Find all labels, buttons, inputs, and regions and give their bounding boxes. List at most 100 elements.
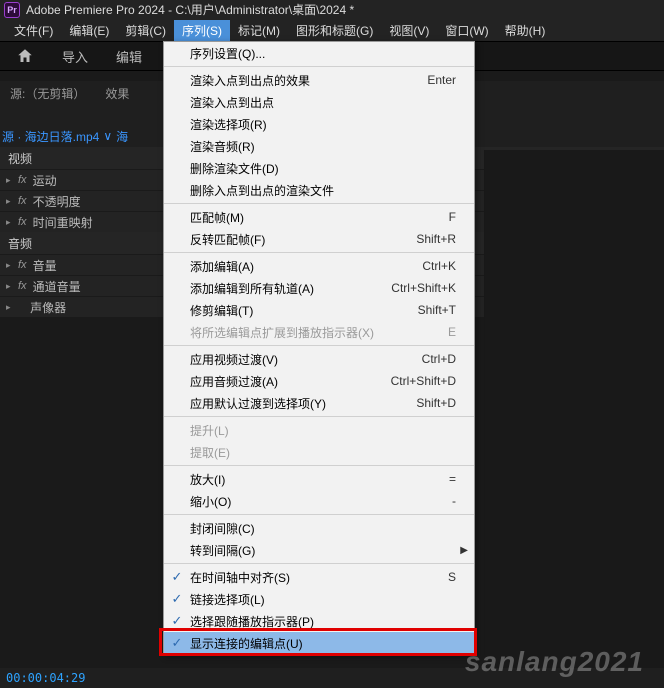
menu-item[interactable]: 渲染音频(R) bbox=[164, 135, 474, 157]
menu-item[interactable]: 修剪编辑(T)Shift+T bbox=[164, 299, 474, 321]
menu-item-shortcut: Shift+T bbox=[418, 303, 456, 317]
menu-item[interactable]: 删除入点到出点的渲染文件 bbox=[164, 179, 474, 201]
menu-item-shortcut: F bbox=[449, 210, 456, 224]
window-title: Adobe Premiere Pro 2024 - C:\用户\Administ… bbox=[26, 1, 354, 18]
expand-icon[interactable]: ▸ bbox=[6, 217, 18, 228]
menu-item[interactable]: 封闭间隙(C) bbox=[164, 517, 474, 539]
menu-item-label: 在时间轴中对齐(S) bbox=[190, 569, 448, 586]
menu-item[interactable]: 应用视频过渡(V)Ctrl+D bbox=[164, 348, 474, 370]
property-label: 时间重映射 bbox=[33, 214, 93, 231]
submenu-arrow-icon: ▶ bbox=[460, 545, 468, 556]
menu-item-label: 将所选编辑点扩展到播放指示器(X) bbox=[190, 324, 448, 341]
menu-item[interactable]: 序列(S) bbox=[174, 20, 230, 41]
menu-item[interactable]: 文件(F) bbox=[6, 20, 61, 41]
menu-item-label: 提取(E) bbox=[190, 444, 456, 461]
menu-item-label: 选择跟随播放指示器(P) bbox=[190, 613, 456, 630]
menu-item-label: 渲染音频(R) bbox=[190, 138, 456, 155]
menu-item[interactable]: ✓链接选择项(L) bbox=[164, 588, 474, 610]
menu-item-label: 渲染入点到出点的效果 bbox=[190, 72, 427, 89]
menu-item[interactable]: 标记(M) bbox=[230, 20, 288, 41]
menu-item-shortcut: Shift+D bbox=[416, 396, 456, 410]
property-label: 声像器 bbox=[30, 299, 66, 316]
expand-icon[interactable]: ▸ bbox=[6, 175, 18, 186]
menu-item-label: 反转匹配帧(F) bbox=[190, 231, 416, 248]
menu-item-shortcut: - bbox=[452, 494, 456, 508]
property-label: 运动 bbox=[33, 172, 57, 189]
app-logo: Pr bbox=[4, 2, 20, 18]
import-tab[interactable]: 导入 bbox=[62, 47, 88, 66]
menu-item[interactable]: 渲染选择项(R) bbox=[164, 113, 474, 135]
expand-icon[interactable]: ▸ bbox=[6, 260, 18, 271]
menu-item-label: 应用音频过渡(A) bbox=[190, 373, 391, 390]
expand-icon[interactable]: ▸ bbox=[6, 196, 18, 207]
menu-item-label: 删除渲染文件(D) bbox=[190, 160, 456, 177]
effects-panel-tab[interactable]: 效果 bbox=[105, 85, 129, 102]
menu-item-label: 添加编辑(A) bbox=[190, 258, 422, 275]
home-icon[interactable] bbox=[16, 47, 34, 65]
menu-item[interactable]: 匹配帧(M)F bbox=[164, 206, 474, 228]
fx-badge: fx bbox=[18, 195, 27, 207]
menu-item-label: 显示连接的编辑点(U) bbox=[190, 635, 456, 652]
sequence-menu: 序列设置(Q)... 渲染入点到出点的效果Enter 渲染入点到出点渲染选择项(R)… bbox=[163, 41, 475, 655]
timeline-region bbox=[484, 150, 664, 670]
fx-badge: fx bbox=[18, 259, 27, 271]
menu-item[interactable]: 缩小(O)- bbox=[164, 490, 474, 512]
menu-item[interactable]: 渲染入点到出点 bbox=[164, 91, 474, 113]
menubar: 文件(F)编辑(E)剪辑(C)序列(S)标记(M)图形和标题(G)视图(V)窗口… bbox=[0, 19, 664, 41]
expand-icon[interactable]: ▸ bbox=[6, 281, 18, 292]
menu-item[interactable]: 应用音频过渡(A)Ctrl+Shift+D bbox=[164, 370, 474, 392]
timecode[interactable]: 00:00:04:29 bbox=[6, 671, 85, 685]
property-label: 音量 bbox=[33, 257, 57, 274]
chevron-down-icon: ∨ bbox=[103, 129, 112, 143]
menu-item[interactable]: 反转匹配帧(F)Shift+R bbox=[164, 228, 474, 250]
menu-item[interactable]: 视图(V) bbox=[381, 20, 437, 41]
menu-item[interactable]: 放大(I)= bbox=[164, 468, 474, 490]
source-panel-tab[interactable]: 源:（无剪辑） bbox=[10, 85, 85, 102]
menu-item[interactable]: 窗口(W) bbox=[437, 20, 496, 41]
check-icon: ✓ bbox=[164, 569, 190, 585]
menu-item: 提取(E) bbox=[164, 441, 474, 463]
menu-item-label: 匹配帧(M) bbox=[190, 209, 449, 226]
edit-tab[interactable]: 编辑 bbox=[116, 47, 142, 66]
titlebar: Pr Adobe Premiere Pro 2024 - C:\用户\Admin… bbox=[0, 0, 664, 19]
menu-item[interactable]: ✓在时间轴中对齐(S)S bbox=[164, 566, 474, 588]
menu-item-label: 序列设置(Q)... bbox=[190, 45, 456, 62]
menu-separator bbox=[164, 416, 474, 417]
menu-item-label: 渲染入点到出点 bbox=[190, 94, 456, 111]
menu-item-label: 应用视频过渡(V) bbox=[190, 351, 422, 368]
menu-separator bbox=[164, 465, 474, 466]
fx-badge: fx bbox=[18, 216, 27, 228]
menu-separator bbox=[164, 514, 474, 515]
menu-item-shortcut: E bbox=[448, 325, 456, 339]
check-icon: ✓ bbox=[164, 613, 190, 629]
menu-item[interactable]: ✓选择跟随播放指示器(P) bbox=[164, 610, 474, 632]
menu-item[interactable]: 应用默认过渡到选择项(Y)Shift+D bbox=[164, 392, 474, 414]
fx-badge bbox=[18, 301, 24, 313]
menu-item[interactable]: 序列设置(Q)... bbox=[164, 42, 474, 64]
menu-item[interactable]: 添加编辑(A)Ctrl+K bbox=[164, 255, 474, 277]
menu-item-label: 链接选择项(L) bbox=[190, 591, 456, 608]
menu-separator bbox=[164, 203, 474, 204]
menu-item-label: 转到间隔(G) bbox=[190, 542, 456, 559]
menu-item[interactable]: 删除渲染文件(D) bbox=[164, 157, 474, 179]
menu-item[interactable]: 剪辑(C) bbox=[117, 20, 174, 41]
expand-icon[interactable]: ▸ bbox=[6, 302, 18, 313]
menu-item-shortcut: Ctrl+Shift+K bbox=[391, 281, 456, 295]
menu-item[interactable]: 转到间隔(G) ▶ bbox=[164, 539, 474, 561]
menu-item-label: 渲染选择项(R) bbox=[190, 116, 456, 133]
menu-item[interactable]: 编辑(E) bbox=[61, 20, 117, 41]
menu-item[interactable]: 图形和标题(G) bbox=[288, 20, 381, 41]
menu-item[interactable]: 渲染入点到出点的效果Enter bbox=[164, 69, 474, 91]
menu-separator bbox=[164, 66, 474, 67]
menu-item-label: 修剪编辑(T) bbox=[190, 302, 418, 319]
section-label: 音频 bbox=[8, 235, 32, 252]
menu-item-shortcut: S bbox=[448, 570, 456, 584]
check-icon: ✓ bbox=[164, 635, 190, 651]
menu-item[interactable]: ✓显示连接的编辑点(U) bbox=[164, 632, 474, 654]
property-label: 不透明度 bbox=[33, 193, 81, 210]
menu-item[interactable]: 帮助(H) bbox=[497, 20, 554, 41]
fx-badge: fx bbox=[18, 280, 27, 292]
menu-separator bbox=[164, 563, 474, 564]
sequence-name: 海 bbox=[116, 128, 128, 145]
menu-item[interactable]: 添加编辑到所有轨道(A)Ctrl+Shift+K bbox=[164, 277, 474, 299]
